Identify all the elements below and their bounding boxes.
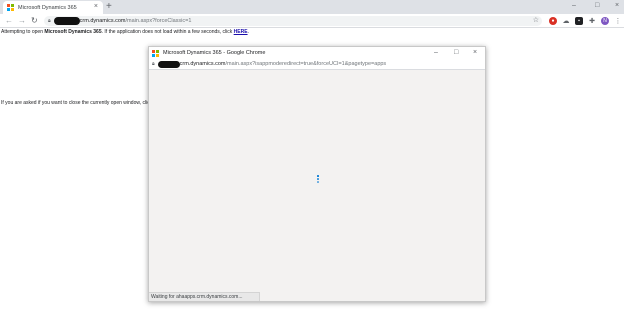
popup-window: Microsoft Dynamics 365 - Google Chrome –… bbox=[148, 46, 486, 302]
tab-close-icon[interactable]: × bbox=[94, 3, 98, 10]
address-bar[interactable]: 🔒︎ crm.dynamics.com /main.aspx?forceClas… bbox=[44, 16, 542, 26]
popup-title: Microsoft Dynamics 365 - Google Chrome bbox=[163, 50, 266, 56]
message-suffix: . If the application does not load withi… bbox=[101, 29, 234, 35]
popup-minimize-button[interactable]: – bbox=[434, 48, 438, 58]
status-bar: Waiting for ahaapps.crm.dynamics.com... bbox=[149, 292, 260, 301]
lock-icon: 🔒︎ bbox=[48, 18, 51, 24]
forward-arrow-icon[interactable]: → bbox=[18, 15, 26, 27]
lock-icon: 🔒︎ bbox=[152, 61, 155, 67]
menu-kebab-icon[interactable]: ⋮ bbox=[614, 17, 622, 25]
tab-dynamics[interactable]: Microsoft Dynamics 365 × bbox=[3, 1, 103, 14]
redacted-subdomain bbox=[53, 17, 80, 25]
popup-url: crm.dynamics.com/main.aspx?isappmoderedi… bbox=[180, 61, 387, 67]
loading-message: Attempting to open Microsoft Dynamics 36… bbox=[1, 29, 249, 35]
microsoft-logo-icon bbox=[152, 49, 159, 57]
url-host: crm.dynamics.com bbox=[79, 18, 126, 24]
maximize-button[interactable]: □ bbox=[595, 1, 599, 11]
loading-spinner-icon bbox=[315, 175, 321, 183]
adblock-extension-icon[interactable]: ● bbox=[549, 17, 557, 25]
microsoft-logo-icon bbox=[7, 4, 14, 11]
tab-strip: Microsoft Dynamics 365 × + – □ × bbox=[0, 0, 624, 14]
popup-titlebar[interactable]: Microsoft Dynamics 365 - Google Chrome –… bbox=[149, 47, 485, 59]
message-prefix: Attempting to open bbox=[1, 29, 45, 35]
message-app-name: Microsoft Dynamics 365 bbox=[44, 29, 102, 35]
popup-maximize-button[interactable]: □ bbox=[454, 48, 458, 58]
browser-toolbar: ← → ↻ 🔒︎ crm.dynamics.com /main.aspx?for… bbox=[0, 14, 624, 28]
back-arrow-icon[interactable]: ← bbox=[5, 15, 13, 27]
profile-avatar[interactable]: N bbox=[601, 17, 609, 25]
bookmark-star-icon[interactable]: ☆ bbox=[533, 16, 539, 24]
url-path: /main.aspx?forceClassic=1 bbox=[125, 18, 192, 24]
reload-icon[interactable]: ↻ bbox=[31, 15, 38, 27]
cloud-extension-icon[interactable]: ☁ bbox=[562, 17, 570, 25]
message-end: . bbox=[247, 29, 249, 35]
close-window-message: If you are asked if you want to close th… bbox=[1, 100, 153, 106]
tab-title: Microsoft Dynamics 365 bbox=[18, 4, 77, 11]
close-window-button[interactable]: × bbox=[615, 1, 619, 11]
popup-address-bar[interactable]: 🔒︎ crm.dynamics.com/main.aspx?isappmoder… bbox=[149, 59, 485, 70]
popup-close-button[interactable]: × bbox=[473, 48, 477, 58]
redacted-subdomain bbox=[157, 60, 180, 68]
new-tab-button[interactable]: + bbox=[106, 0, 112, 13]
puzzle-extensions-icon[interactable]: ✚ bbox=[588, 17, 596, 25]
here-link[interactable]: HERE bbox=[234, 29, 248, 35]
popup-url-path: /main.aspx?isappmoderedirect=true&forceU… bbox=[225, 61, 387, 67]
minimize-button[interactable]: – bbox=[572, 1, 576, 11]
dark-extension-icon[interactable]: ▪ bbox=[575, 17, 583, 25]
popup-url-host: crm.dynamics.com bbox=[179, 61, 226, 67]
